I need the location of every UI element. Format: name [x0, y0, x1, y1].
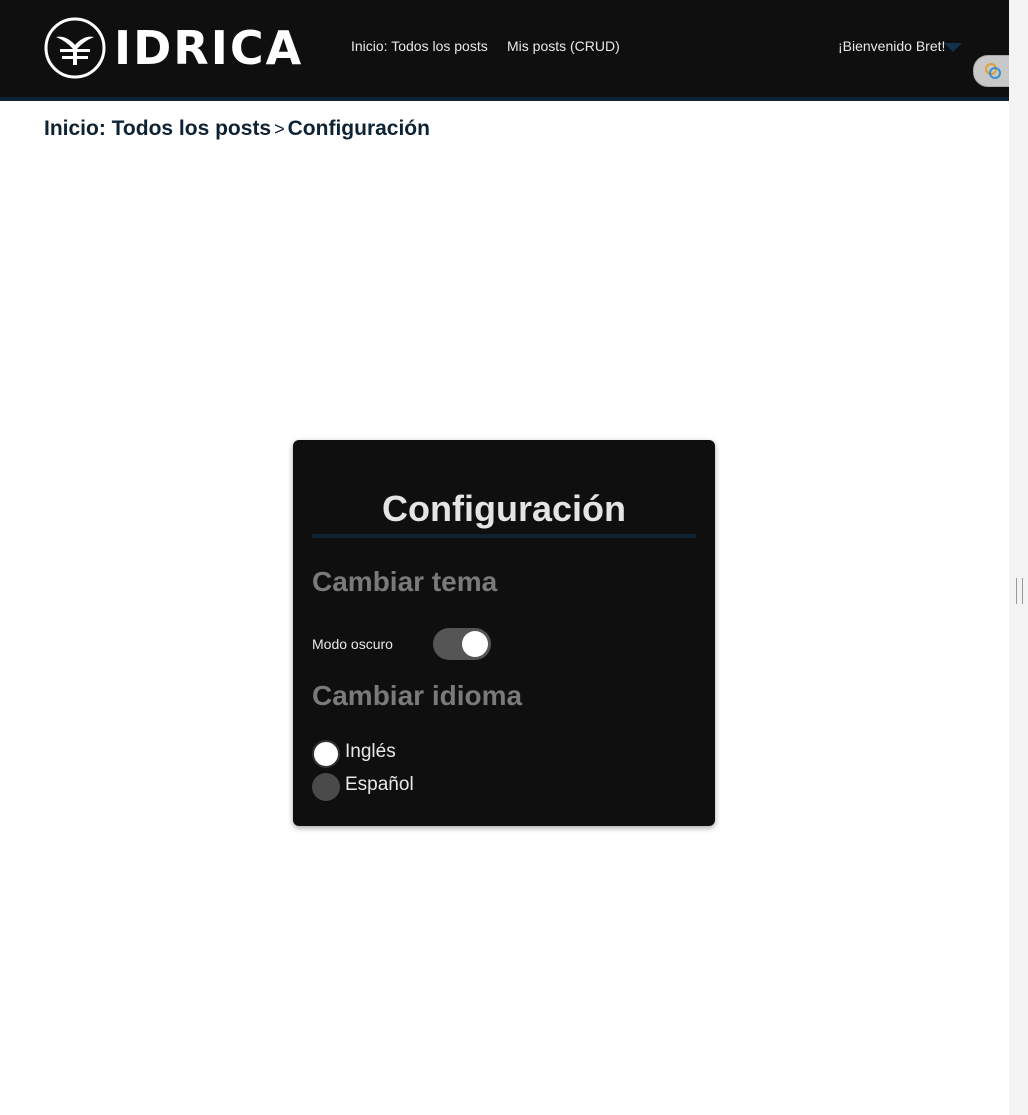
breadcrumb-home-link[interactable]: Inicio: Todos los posts — [44, 117, 271, 140]
user-menu-welcome[interactable]: ¡Bienvenido Bret! — [838, 38, 945, 54]
radio-english[interactable] — [312, 740, 340, 768]
nav-link-all-posts[interactable]: Inicio: Todos los posts — [351, 38, 488, 54]
extension-icon — [985, 63, 1001, 79]
dark-mode-label: Modo oscuro — [312, 636, 393, 652]
toggle-knob — [462, 631, 488, 657]
logo[interactable]: IDRICA — [44, 14, 303, 82]
navbar: IDRICA Inicio: Todos los posts Mis posts… — [0, 0, 1015, 101]
nav-link-my-posts[interactable]: Mis posts (CRUD) — [507, 38, 620, 54]
radio-label-spanish: Español — [345, 774, 414, 795]
chevron-down-icon[interactable] — [944, 43, 962, 52]
scrollbar-grip[interactable] — [1016, 578, 1023, 604]
page: IDRICA Inicio: Todos los posts Mis posts… — [0, 0, 1015, 1115]
logo-mark-icon — [44, 17, 106, 79]
logo-text: IDRICA — [114, 21, 304, 75]
breadcrumb: Inicio: Todos los posts > Configuración — [44, 117, 430, 141]
theme-heading: Cambiar tema — [312, 566, 498, 597]
radio-spanish[interactable] — [312, 773, 340, 801]
settings-card: Configuración Cambiar tema Modo oscuro C… — [293, 440, 715, 826]
vertical-scrollbar[interactable] — [1009, 0, 1028, 1115]
settings-title: Configuración — [382, 488, 626, 529]
title-divider — [312, 534, 696, 538]
language-heading: Cambiar idioma — [312, 680, 523, 711]
breadcrumb-current: Configuración — [287, 117, 430, 140]
radio-label-english: Inglés — [345, 741, 396, 762]
language-option-spanish[interactable]: Español — [312, 773, 414, 801]
breadcrumb-separator: > — [274, 119, 285, 139]
dark-mode-toggle[interactable] — [433, 628, 491, 660]
language-option-english[interactable]: Inglés — [312, 740, 396, 768]
